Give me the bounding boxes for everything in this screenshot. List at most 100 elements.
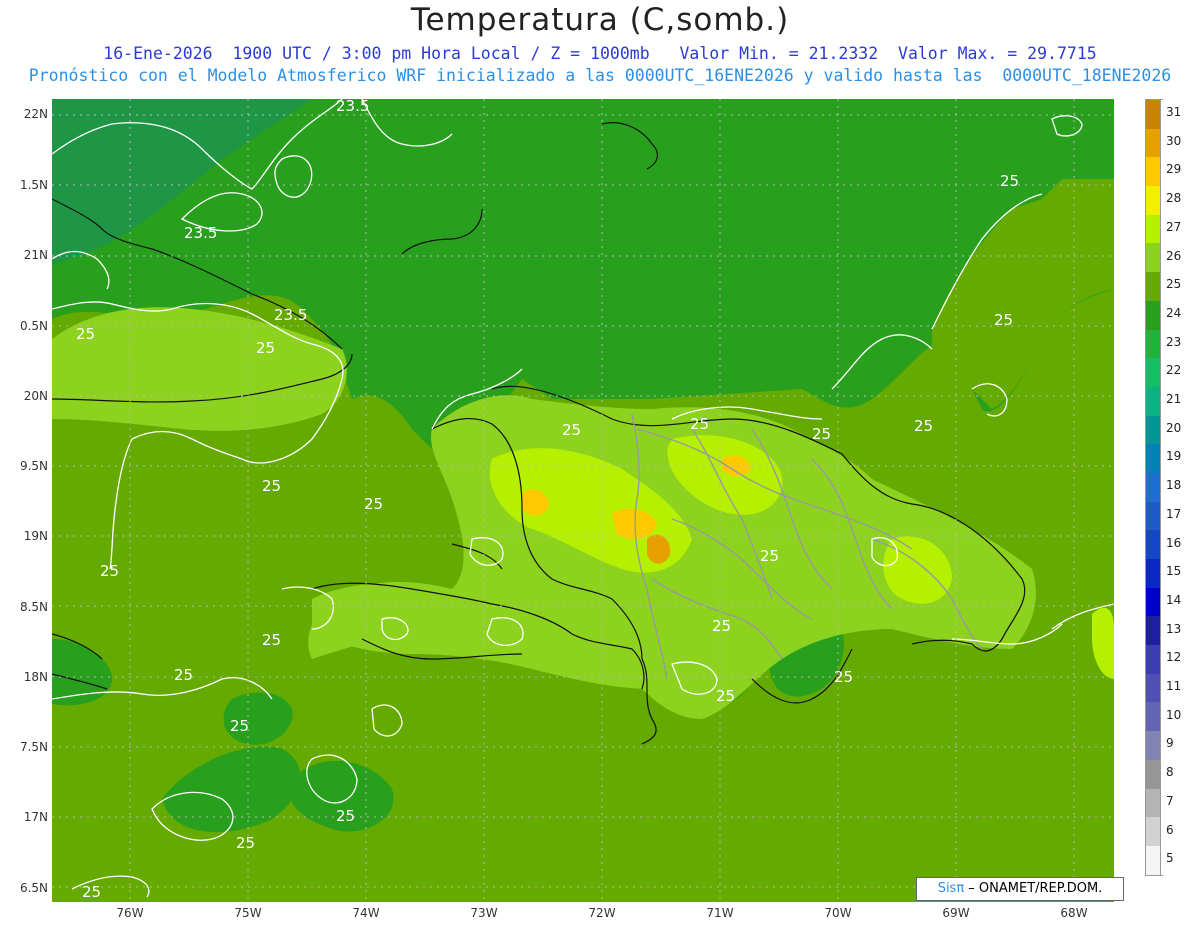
colorbar-swatch bbox=[1145, 472, 1161, 502]
contour-label: 25 bbox=[812, 425, 831, 443]
colorbar-swatch bbox=[1145, 214, 1161, 244]
contour-label: 25 bbox=[364, 495, 383, 513]
colorbar-label: 5 bbox=[1166, 851, 1174, 866]
lon-label: 68W bbox=[1060, 906, 1088, 920]
colorbar-label: 18 bbox=[1166, 478, 1182, 493]
colorbar-label: 28 bbox=[1166, 191, 1182, 206]
lon-label: 70W bbox=[824, 906, 852, 920]
colorbar-swatch bbox=[1145, 788, 1161, 818]
colorbar-swatch bbox=[1145, 444, 1161, 473]
colorbar-swatch bbox=[1145, 616, 1161, 646]
lon-label: 75W bbox=[234, 906, 262, 920]
contour-label: 23.5 bbox=[184, 224, 217, 242]
contour-label: 25 bbox=[256, 339, 275, 357]
contour-label: 25 bbox=[82, 883, 101, 901]
contour-label: 25 bbox=[716, 687, 735, 705]
lat-label: 21N bbox=[23, 248, 48, 262]
lon-label: 73W bbox=[470, 906, 498, 920]
temperature-map: 23.5 23.5 23.5 25 25 25 25 25 25 25 25 2… bbox=[52, 99, 1114, 902]
colorbar-label: 6 bbox=[1166, 822, 1174, 837]
map-title: Temperatura (C,somb.) bbox=[410, 2, 790, 38]
colorbar-label: 20 bbox=[1166, 420, 1182, 435]
colorbar-swatch bbox=[1145, 358, 1161, 387]
colorbar-swatch bbox=[1145, 559, 1161, 588]
colorbar-swatch bbox=[1145, 702, 1161, 732]
lon-label: 74W bbox=[352, 906, 380, 920]
colorbar-label: 27 bbox=[1166, 219, 1182, 234]
colorbar-swatch bbox=[1145, 587, 1161, 617]
contour-label: 25 bbox=[760, 547, 779, 565]
lat-label: 18N bbox=[23, 670, 48, 684]
lat-label: 22N bbox=[23, 107, 48, 121]
colorbar-label: 26 bbox=[1166, 248, 1182, 263]
colorbar-swatch bbox=[1145, 731, 1161, 760]
contour-label: 25 bbox=[336, 807, 355, 825]
colorbar-label: 21 bbox=[1166, 392, 1182, 406]
colorbar-label: 24 bbox=[1166, 305, 1182, 320]
colorbar-label: 15 bbox=[1166, 564, 1182, 579]
map-subtitle-2: Pronóstico con el Modelo Atmosferico WRF… bbox=[28, 66, 1172, 85]
contour-label: 25 bbox=[262, 631, 281, 649]
lat-label: 7.5N bbox=[19, 740, 48, 754]
contour-label: 25 bbox=[1000, 172, 1019, 190]
colorbar-swatch bbox=[1145, 157, 1161, 187]
contour-label: 25 bbox=[994, 311, 1013, 329]
colorbar-label: 19 bbox=[1166, 449, 1182, 464]
contour-label: 25 bbox=[100, 562, 119, 580]
lat-label: 0.5N bbox=[19, 319, 48, 333]
contour-label: 25 bbox=[174, 666, 193, 684]
contour-label: 25 bbox=[262, 477, 281, 495]
colorbar-swatch bbox=[1145, 300, 1161, 330]
colorbar-swatch bbox=[1145, 530, 1161, 559]
lat-label: 19N bbox=[23, 529, 48, 543]
colorbar-swatch bbox=[1145, 501, 1161, 531]
contour-label: 25 bbox=[230, 717, 249, 735]
lat-label: 1.5N bbox=[19, 178, 48, 192]
colorbar-label: 29 bbox=[1166, 162, 1182, 177]
colorbar-swatch bbox=[1145, 272, 1161, 301]
lon-label: 72W bbox=[588, 906, 616, 920]
colorbar-label: 16 bbox=[1166, 535, 1182, 550]
contour-label: 25 bbox=[834, 668, 853, 686]
credit-text: – ONAMET/REP.DOM. bbox=[964, 881, 1103, 896]
colorbar-swatch bbox=[1145, 128, 1161, 158]
lat-label: 17N bbox=[23, 810, 48, 824]
colorbar-label: 23 bbox=[1166, 334, 1182, 349]
colorbar-swatch bbox=[1145, 386, 1161, 416]
contour-label: 25 bbox=[914, 417, 933, 435]
colorbar-swatch bbox=[1145, 817, 1161, 846]
lon-label: 71W bbox=[706, 906, 734, 920]
lat-label: 6.5N bbox=[19, 881, 48, 895]
colorbar-label: 31 bbox=[1166, 105, 1182, 119]
colorbar-label: 11 bbox=[1166, 679, 1182, 693]
colorbar-swatch bbox=[1145, 645, 1161, 674]
lon-label: 69W bbox=[942, 906, 970, 920]
colorbar-label: 10 bbox=[1166, 707, 1182, 722]
lat-label: 20N bbox=[23, 389, 48, 403]
colorbar-swatch bbox=[1145, 186, 1161, 215]
colorbar-label: 8 bbox=[1166, 765, 1174, 780]
colorbar-swatch bbox=[1145, 845, 1161, 875]
colorbar-swatch bbox=[1145, 329, 1161, 359]
contour-label: 25 bbox=[562, 421, 581, 439]
colorbar-label: 22 bbox=[1166, 363, 1182, 378]
colorbar-swatch bbox=[1145, 759, 1161, 789]
contour-label: 25 bbox=[712, 617, 731, 635]
colorbar-label: 25 bbox=[1166, 277, 1182, 292]
colorbar-swatch bbox=[1145, 415, 1161, 445]
contour-label: 23.5 bbox=[336, 99, 369, 115]
colorbar-label: 14 bbox=[1166, 592, 1182, 607]
colorbar-label: 12 bbox=[1166, 650, 1182, 665]
colorbar-label: 30 bbox=[1166, 133, 1182, 148]
lat-label: 9.5N bbox=[19, 459, 48, 473]
colorbar-swatch bbox=[1145, 100, 1161, 129]
lon-label: 76W bbox=[116, 906, 144, 920]
colorbar-label: 17 bbox=[1166, 506, 1182, 521]
map-subtitle-1: 16-Ene-2026 1900 UTC / 3:00 pm Hora Loca… bbox=[103, 44, 1097, 63]
credit-brand: Sisπ bbox=[937, 881, 965, 896]
colorbar-label: 13 bbox=[1166, 621, 1182, 636]
lat-label: 8.5N bbox=[19, 600, 48, 614]
contour-label: 25 bbox=[76, 325, 95, 343]
contour-label: 25 bbox=[690, 415, 709, 433]
colorbar-label: 7 bbox=[1166, 793, 1174, 808]
